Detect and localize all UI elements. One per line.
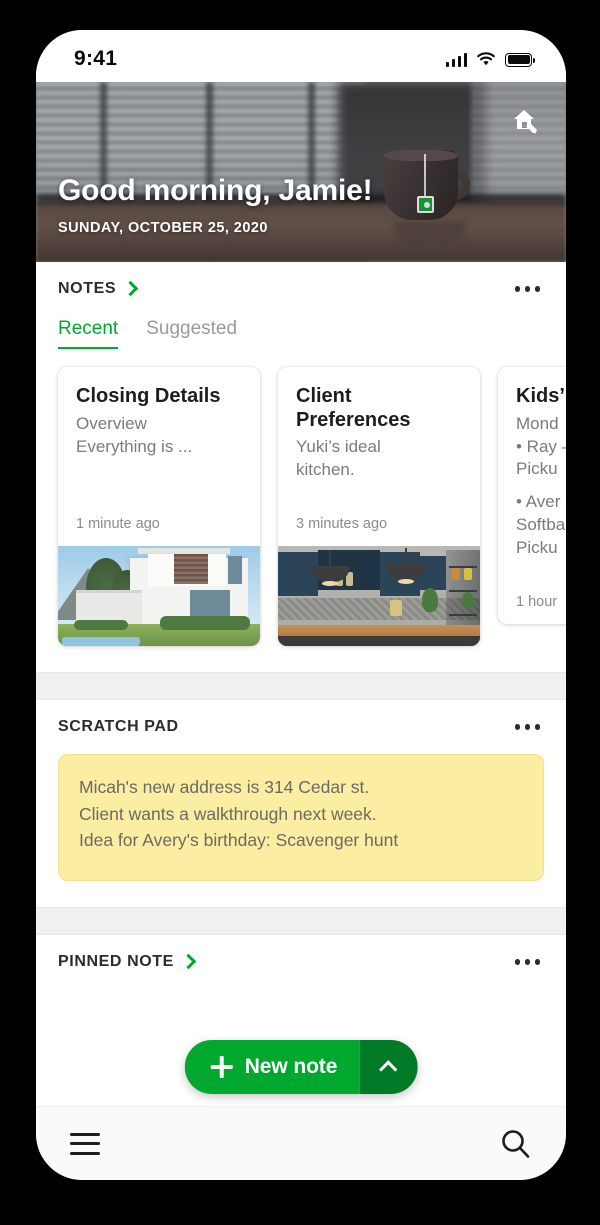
note-card-title: Client Preferences (296, 385, 411, 431)
scratch-pad-line: Idea for Avery's birthday: Scavenger hun… (79, 830, 399, 851)
home-edit-icon[interactable] (508, 104, 542, 138)
note-card[interactable]: Closing Details Overview Everything is .… (58, 367, 260, 647)
scratch-pad-more-options-icon[interactable] (511, 714, 545, 740)
new-note-fab[interactable]: New note (184, 1040, 418, 1094)
chevron-right-icon (122, 280, 139, 297)
greeting-title: Good morning, Jamie! (58, 174, 373, 207)
note-preview-line: • Aver (516, 492, 561, 512)
new-note-expand-button[interactable] (359, 1040, 418, 1094)
note-card-preview: Mond • Ray – Picku • Aver Softba Picku (516, 413, 566, 561)
note-card-timestamp: 1 minute ago (76, 516, 160, 533)
screenshot-stage: 9:41 Good morning, Jamie! SUNDAY, OCTOBE… (0, 0, 600, 1225)
scratch-pad-line: Client wants a walkthrough next week. (79, 803, 377, 824)
section-divider (36, 672, 566, 701)
note-card-title: Closing Details (76, 385, 221, 407)
hero-banner: Good morning, Jamie! SUNDAY, OCTOBER 25,… (36, 82, 566, 262)
note-card-body: Kids’ Mond • Ray – Picku • Aver Softba P… (498, 367, 566, 560)
scratch-pad-line: Micah's new address is 314 Cedar st. (79, 777, 370, 798)
hero-text-block: Good morning, Jamie! SUNDAY, OCTOBER 25,… (58, 174, 373, 236)
bottom-navigation-bar (36, 1106, 566, 1180)
note-preview-line: Overview (76, 413, 147, 433)
section-divider (36, 906, 566, 935)
notes-more-options-icon[interactable] (511, 276, 545, 302)
status-icon-group (445, 51, 535, 67)
scratch-pad-header: SCRATCH PAD (58, 700, 544, 754)
new-note-button[interactable]: New note (184, 1040, 360, 1094)
note-preview-line: Mond (516, 413, 559, 433)
pinned-note-header: PINNED NOTE (58, 935, 544, 989)
scratch-pad-section: SCRATCH PAD Micah's new address is 314 C… (36, 700, 566, 881)
note-cards-row: Closing Details Overview Everything is .… (58, 349, 566, 672)
note-card-body: Closing Details Overview Everything is .… (58, 367, 260, 482)
note-preview-line: Yuki’s ideal (296, 437, 381, 457)
battery-full-icon (505, 52, 535, 67)
chevron-up-icon (379, 1059, 398, 1079)
note-card-preview: Overview Everything is ... (76, 413, 242, 459)
search-icon[interactable] (498, 1127, 532, 1161)
note-preview-line: Everything is ... (76, 436, 193, 456)
tab-recent[interactable]: Recent (58, 318, 119, 349)
phone-screen: 9:41 Good morning, Jamie! SUNDAY, OCTOBE… (36, 30, 566, 1180)
wifi-icon (477, 51, 495, 65)
chevron-right-icon (180, 953, 197, 970)
new-note-label: New note (244, 1055, 338, 1078)
note-preview-line: Picku (516, 538, 558, 558)
hero-date: SUNDAY, OCTOBER 25, 2020 (58, 220, 268, 236)
note-card-timestamp: 1 hour (516, 594, 558, 611)
status-time: 9:41 (74, 47, 118, 70)
note-card-thumbnail (278, 546, 480, 647)
plus-icon (210, 1056, 233, 1078)
scratch-pad-card[interactable]: Micah's new address is 314 Cedar st. Cli… (58, 754, 544, 881)
note-card-title: Kids’ (516, 385, 565, 407)
note-preview-line: • Ray – (516, 436, 566, 456)
tab-suggested[interactable]: Suggested (146, 318, 237, 349)
pinned-note-section: PINNED NOTE (36, 934, 566, 989)
pinned-note-title-link[interactable]: PINNED NOTE (58, 952, 197, 971)
pinned-note-title: PINNED NOTE (58, 952, 174, 970)
hamburger-menu-icon[interactable] (70, 1132, 100, 1155)
note-card[interactable]: Client Preferences Yuki’s ideal kitchen.… (278, 367, 480, 647)
note-preview-line: Picku (516, 459, 558, 479)
notes-tabs: Recent Suggested (58, 316, 544, 349)
note-preview-line: kitchen. (296, 460, 355, 480)
signal-bars-icon (445, 52, 467, 67)
note-card[interactable]: Kids’ Mond • Ray – Picku • Aver Softba P… (498, 367, 566, 625)
notes-title: NOTES (58, 280, 117, 297)
pinned-note-more-options-icon[interactable] (511, 949, 545, 975)
scratch-pad-title: SCRATCH PAD (58, 718, 179, 736)
notes-section: NOTES Recent Suggested Closing Details O… (36, 262, 566, 673)
status-bar: 9:41 (36, 30, 566, 82)
note-preview-line: Softba (516, 515, 566, 535)
note-card-body: Client Preferences Yuki’s ideal kitchen. (278, 367, 480, 482)
note-card-timestamp: 3 minutes ago (296, 516, 388, 533)
note-card-thumbnail (58, 546, 260, 647)
notes-section-header: NOTES (58, 262, 544, 316)
notes-title-link[interactable]: NOTES (58, 280, 139, 298)
note-card-preview: Yuki’s ideal kitchen. (296, 436, 462, 482)
